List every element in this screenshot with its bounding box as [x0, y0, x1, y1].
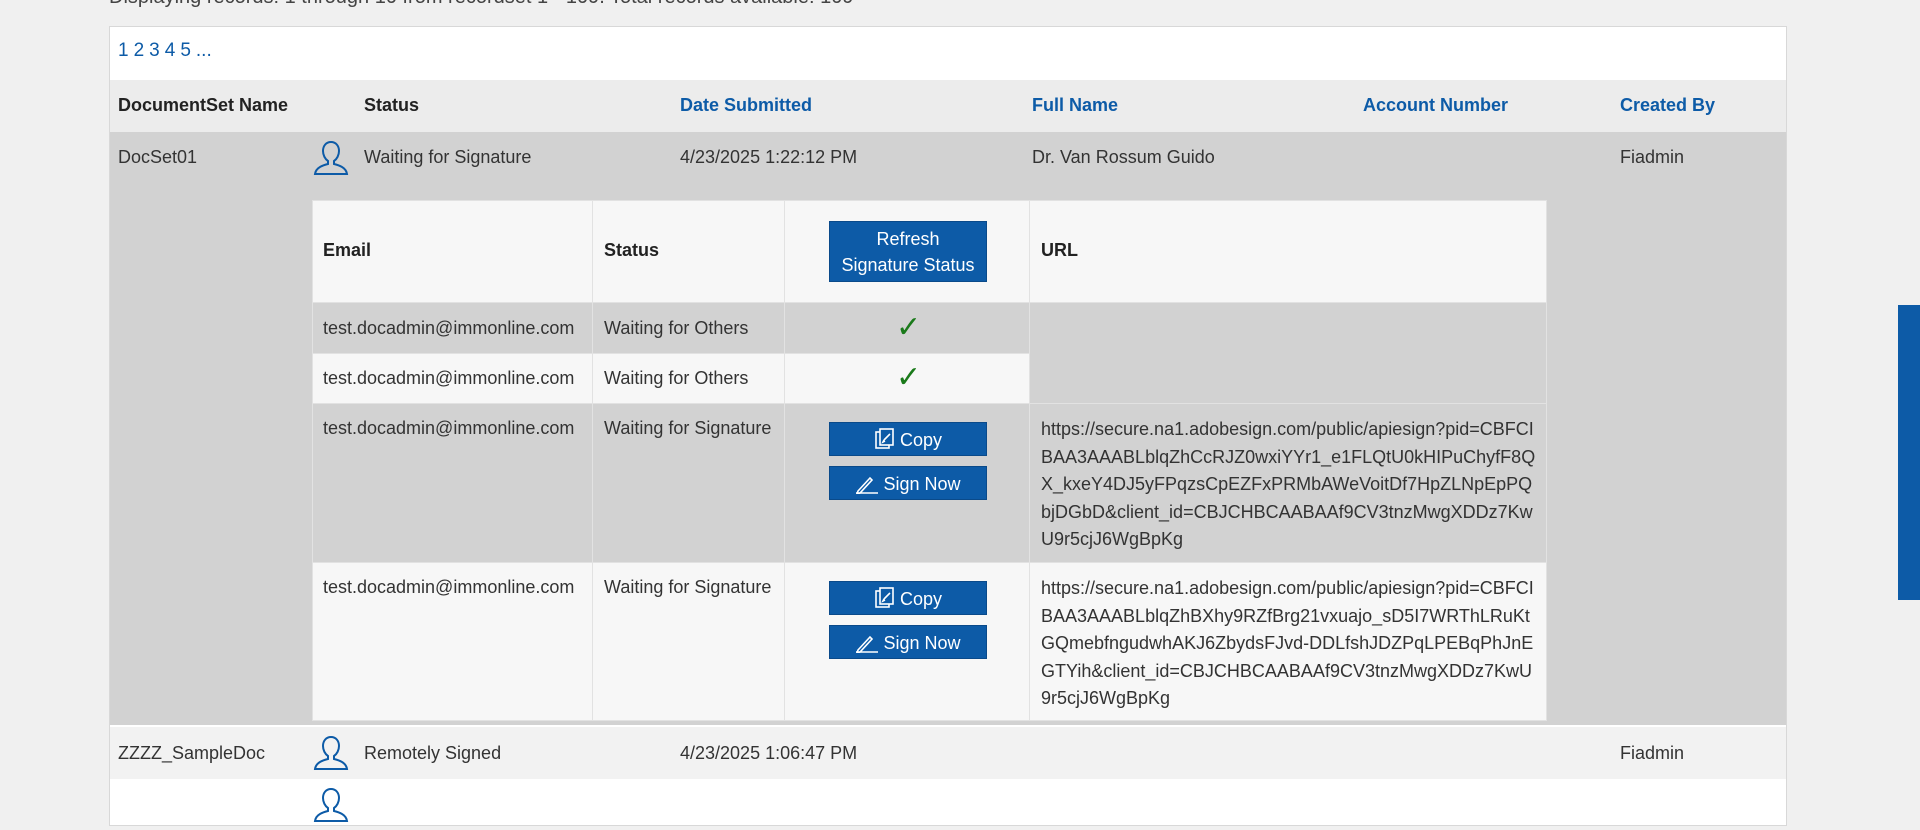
- signer-status: Waiting for Others: [604, 368, 749, 388]
- refresh-label-line1: Refresh: [876, 229, 940, 249]
- divider: [1029, 200, 1030, 721]
- sign-now-label: Sign Now: [883, 474, 961, 494]
- pagination: 1 2 3 4 5...: [118, 40, 217, 62]
- signer-url: https://secure.na1.adobesign.com/public/…: [1041, 419, 1536, 549]
- pen-icon: [856, 476, 879, 496]
- signer-url: https://secure.na1.adobesign.com/public/…: [1041, 578, 1534, 708]
- column-header-account-number[interactable]: Account Number: [1363, 95, 1508, 116]
- signers-header-url: URL: [1041, 240, 1078, 260]
- signer-email: test.docadmin@immonline.com: [323, 418, 575, 438]
- signer-status: Waiting for Signature: [604, 418, 772, 438]
- row-status: Waiting for Signature: [364, 147, 532, 167]
- signers-header-email: Email: [323, 240, 372, 260]
- copy-url-button[interactable]: Copy: [829, 422, 987, 456]
- signers-header-status: Status: [604, 240, 660, 260]
- side-feedback-tab[interactable]: [1898, 305, 1920, 600]
- row-created-by: Fiadmin: [1620, 147, 1685, 167]
- user-icon[interactable]: [311, 733, 351, 773]
- page-link-3[interactable]: 3: [149, 40, 160, 61]
- signer-email: test.docadmin@immonline.com: [323, 368, 575, 388]
- table-header: [110, 80, 1786, 132]
- column-header-docset-name: DocumentSet Name: [118, 95, 289, 115]
- sign-now-button[interactable]: Sign Now: [829, 466, 987, 500]
- row-full-name: Dr. Van Rossum Guido: [1032, 147, 1215, 167]
- column-header-full-name[interactable]: Full Name: [1032, 95, 1118, 116]
- user-icon[interactable]: [311, 785, 351, 825]
- checkmark-icon: ✓: [896, 361, 922, 394]
- sign-now-label: Sign Now: [883, 633, 961, 653]
- page-link-1[interactable]: 1: [118, 40, 129, 61]
- page-link-5[interactable]: 5: [180, 40, 191, 61]
- signer-status: Waiting for Signature: [604, 577, 772, 597]
- table-row: [110, 727, 1786, 779]
- page-link-more[interactable]: ...: [196, 40, 212, 61]
- row-docset-name: DocSet01: [118, 147, 198, 167]
- copy-url-button[interactable]: Copy: [829, 581, 987, 615]
- pen-icon: [856, 635, 879, 655]
- copy-label: Copy: [899, 430, 943, 450]
- user-icon[interactable]: [311, 138, 351, 178]
- column-header-created-by[interactable]: Created By: [1620, 95, 1715, 116]
- records-summary: Displaying records: 1 through 10 from re…: [109, 0, 853, 9]
- divider: [784, 200, 785, 721]
- page-link-2[interactable]: 2: [134, 40, 145, 61]
- table-row: [110, 779, 1786, 809]
- checkmark-icon: ✓: [896, 311, 922, 344]
- row-created-by: Fiadmin: [1620, 743, 1685, 763]
- divider: [313, 403, 1546, 404]
- divider: [313, 353, 1029, 354]
- row-docset-name: ZZZZ_SampleDoc: [118, 743, 266, 763]
- copy-icon: [875, 587, 894, 608]
- refresh-label-line2: Signature Status: [841, 255, 975, 275]
- divider: [592, 200, 593, 721]
- divider: [313, 562, 1546, 563]
- signer-email: test.docadmin@immonline.com: [323, 318, 575, 338]
- divider: [313, 302, 1546, 303]
- row-date-submitted: 4/23/2025 1:06:47 PM: [680, 743, 858, 763]
- column-header-date-submitted[interactable]: Date Submitted: [680, 95, 812, 116]
- page-link-4[interactable]: 4: [165, 40, 176, 61]
- copy-icon: [875, 428, 894, 449]
- signer-status: Waiting for Others: [604, 318, 749, 338]
- refresh-signature-status-button[interactable]: Refresh Signature Status: [829, 221, 987, 282]
- column-header-status: Status: [364, 95, 420, 115]
- row-date-submitted: 4/23/2025 1:22:12 PM: [680, 147, 858, 167]
- copy-label: Copy: [899, 589, 943, 609]
- signer-url-band: [1029, 303, 1546, 403]
- row-status: Remotely Signed: [364, 743, 502, 763]
- sign-now-button[interactable]: Sign Now: [829, 625, 987, 659]
- signer-email: test.docadmin@immonline.com: [323, 577, 575, 597]
